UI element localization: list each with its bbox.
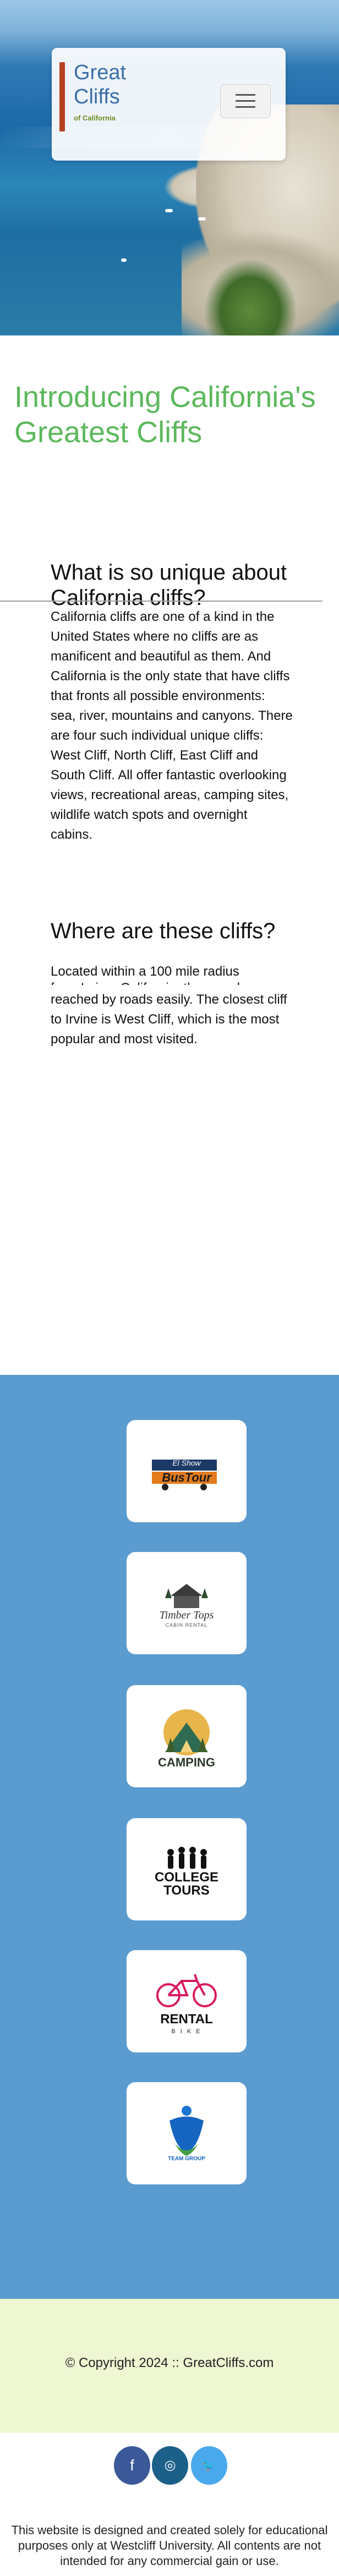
menu-toggle-button[interactable] xyxy=(220,84,271,118)
partner-line1: El Show xyxy=(172,1458,201,1467)
foreground-plant xyxy=(204,258,297,335)
logo-cliff-mark xyxy=(59,62,65,131)
cabin-logo-icon xyxy=(165,1584,208,1608)
disclaimer-text: This website is designed and created sol… xyxy=(11,2523,328,2568)
partner-card-rental-bike[interactable]: RENTAL B I K E xyxy=(127,1950,247,2052)
section-body-where: reached by roads easily. The closest cli… xyxy=(51,990,293,1049)
camping-tent-logo-icon xyxy=(163,1709,210,1755)
site-logo[interactable]: Great Cliffs of California xyxy=(59,60,142,142)
partner-card-bus-tour[interactable]: El Show BusTour xyxy=(127,1420,247,1522)
facebook-icon[interactable]: f xyxy=(114,2446,150,2485)
partner-card-college-tours[interactable]: COLLEGE TOURS xyxy=(127,1818,247,1920)
partner-line2: CABIN RENTAL xyxy=(165,1622,208,1628)
copyright-text: © Copyright 2024 :: GreatCliffs.com xyxy=(65,2355,274,2370)
hamburger-menu-icon xyxy=(236,100,255,102)
logo-word-great: Great xyxy=(74,61,127,84)
partner-line1: Timber Tops xyxy=(159,1609,214,1621)
boat xyxy=(198,217,206,221)
boat xyxy=(121,258,127,262)
team-group-logo-icon xyxy=(170,2106,204,2156)
partner-card-camping[interactable]: CAMPING xyxy=(127,1685,247,1787)
partner-card-team-group[interactable]: TEAM GROUP xyxy=(127,2082,247,2184)
page-title: Introducing California's Greatest Cliffs xyxy=(14,381,316,449)
twitter-icon[interactable]: 🐦 xyxy=(191,2446,227,2485)
section-heading-where: Where are these cliffs? xyxy=(51,919,276,943)
partner-line1: RENTAL xyxy=(160,2012,213,2027)
divider xyxy=(0,601,322,602)
hikers-logo-icon xyxy=(167,1847,207,1869)
partner-card-timber-tops[interactable]: Timber Tops CABIN RENTAL xyxy=(127,1552,247,1654)
section-body-where-line1: Located within a 100 mile radius xyxy=(51,962,293,978)
partner-line1: CAMPING xyxy=(158,1755,215,1769)
section-body-where-line2: from Irvine, California, they can be xyxy=(51,978,293,985)
instagram-icon[interactable]: ◎ xyxy=(152,2446,188,2485)
section-heading-unique: What is so unique about California cliff… xyxy=(51,560,287,610)
boat xyxy=(165,209,173,212)
logo-word-cliffs: Cliffs xyxy=(74,85,120,108)
partner-line2: B I K E xyxy=(171,2028,202,2035)
navbar: Great Cliffs of California xyxy=(52,48,286,161)
partner-line2: BusTour xyxy=(162,1471,211,1484)
hamburger-menu-icon xyxy=(236,94,255,96)
section-body-unique: California cliffs are one of a kind in t… xyxy=(51,607,293,845)
hamburger-menu-icon xyxy=(236,106,255,108)
bicycle-logo-icon xyxy=(156,1974,217,2007)
logo-subtitle: of California xyxy=(74,114,116,122)
partner-line2: TOURS xyxy=(163,1883,210,1898)
partner-line1: TEAM GROUP xyxy=(168,2156,205,2162)
